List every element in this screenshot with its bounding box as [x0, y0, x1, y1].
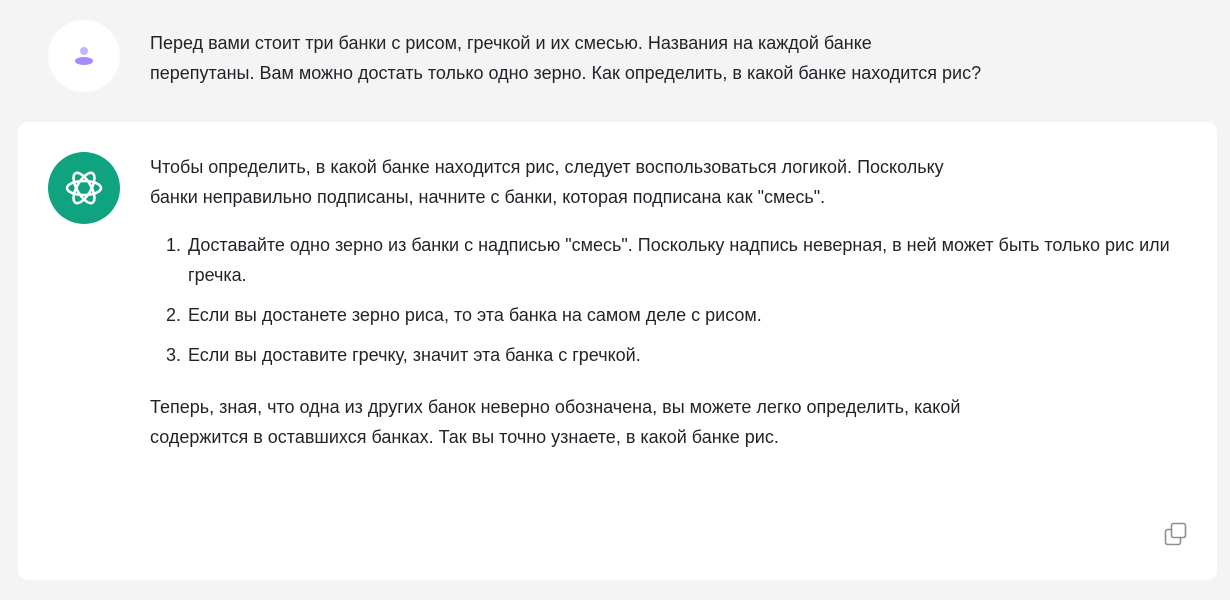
assistant-intro-line: Чтобы определить, в какой банке находитс…: [150, 157, 944, 177]
assistant-outro-line: содержится в оставшихся банках. Так вы т…: [150, 427, 779, 447]
user-message-line: Перед вами стоит три банки с рисом, греч…: [150, 33, 872, 53]
list-item: Доставайте одно зерно из банки с надпись…: [186, 230, 1170, 290]
assistant-intro-line: банки неправильно подписаны, начните с б…: [150, 187, 826, 207]
assistant-outro-line: Теперь, зная, что одна из других банок н…: [150, 397, 961, 417]
user-avatar: [48, 20, 120, 92]
steps-list: Доставайте одно зерно из банки с надпись…: [150, 230, 1170, 370]
user-message-line: перепутаны. Вам можно достать только одн…: [150, 63, 982, 83]
assistant-message: Чтобы определить, в какой банке находитс…: [18, 122, 1217, 580]
user-message-text: Перед вами стоит три банки с рисом, греч…: [150, 28, 1190, 88]
assistant-avatar: [48, 152, 120, 224]
list-item: Если вы достанете зерно риса, то эта бан…: [186, 300, 1170, 330]
assistant-message-text: Чтобы определить, в какой банке находитс…: [150, 152, 1170, 452]
user-avatar-icon: [75, 47, 93, 65]
copy-icon: [1164, 522, 1187, 546]
user-message: Перед вами стоит три банки с рисом, греч…: [0, 0, 1230, 112]
list-item: Если вы доставите гречку, значит эта бан…: [186, 340, 1170, 370]
openai-logo-icon: [65, 171, 103, 205]
copy-button[interactable]: [1162, 520, 1190, 548]
